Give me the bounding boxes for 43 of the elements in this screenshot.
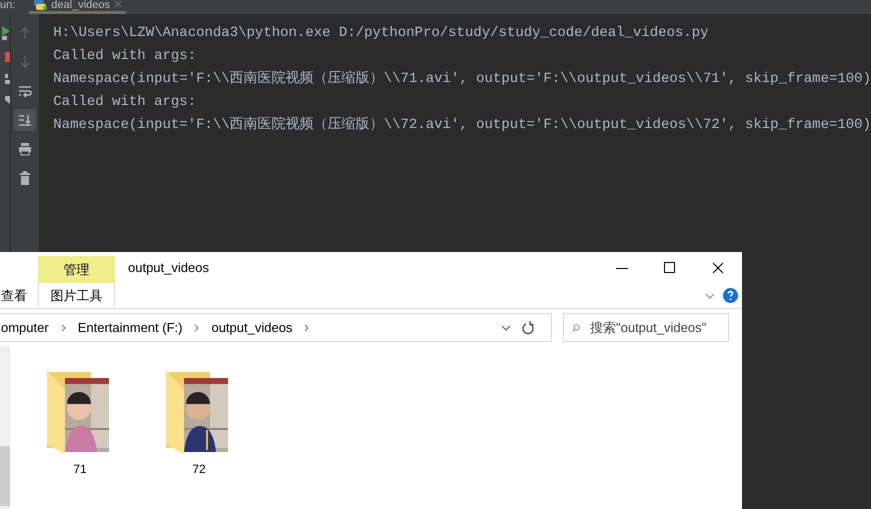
console-line: Called with args: bbox=[53, 93, 198, 112]
scroll-to-end-icon bbox=[18, 113, 32, 127]
folder-name: 71 bbox=[73, 461, 87, 478]
printer-icon bbox=[18, 142, 32, 156]
window-title: output_videos bbox=[128, 258, 209, 277]
folder-name: 72 bbox=[192, 461, 206, 478]
chevron-right-icon[interactable] bbox=[194, 324, 200, 332]
chevron-right-icon[interactable] bbox=[60, 324, 66, 332]
maximize-icon[interactable] bbox=[664, 262, 676, 274]
folder-item[interactable]: 72 bbox=[166, 370, 232, 509]
trash-icon bbox=[18, 171, 32, 185]
python-icon bbox=[33, 0, 48, 10]
stop-icon[interactable] bbox=[5, 52, 10, 62]
context-tab-header: 管理 bbox=[64, 260, 90, 279]
ribbon-tab[interactable]: 图片工具 bbox=[38, 283, 115, 308]
refresh-icon[interactable] bbox=[522, 320, 534, 334]
scrollbar-thumb[interactable] bbox=[0, 446, 10, 506]
help-icon[interactable] bbox=[723, 288, 738, 303]
chevron-down-icon[interactable] bbox=[705, 292, 715, 298]
console-tool-button[interactable] bbox=[14, 109, 36, 131]
address-bar[interactable]: omputer Entertainment (F:) output_videos bbox=[0, 313, 552, 342]
tab-title: deal_videos bbox=[51, 0, 110, 11]
down-arrow-icon bbox=[18, 55, 32, 69]
console-line: H:\Users\LZW\Anaconda3\python.exe D:/pythonPro/study/study_code/deal_videos.py bbox=[53, 24, 710, 43]
folder-item[interactable]: 71 bbox=[47, 370, 113, 509]
rerun-icon[interactable] bbox=[2, 26, 10, 40]
console-line: Namespace(input='F:\\西南医院视频（压缩版）\\72.avi', output='F:\\output_videos\\72', skip_frame=100) bbox=[53, 115, 871, 135]
close-icon[interactable] bbox=[712, 262, 724, 274]
chevron-right-icon[interactable] bbox=[304, 324, 310, 332]
search-field[interactable]: 搜索"output_videos" bbox=[563, 313, 729, 342]
breadcrumb[interactable]: omputer bbox=[1, 318, 49, 338]
chevron-down-icon[interactable] bbox=[501, 324, 511, 330]
console-line: Namespace(input='F:\\西南医院视频（压缩版）\\71.avi', output='F:\\output_videos\\71', skip_frame=100) bbox=[53, 69, 871, 89]
console-line: Called with args: bbox=[53, 47, 198, 66]
up-arrow-icon bbox=[18, 26, 32, 40]
breadcrumb[interactable]: output_videos bbox=[211, 318, 292, 338]
run-label: un: bbox=[0, 0, 16, 11]
search-icon bbox=[572, 322, 580, 334]
ribbon-tab[interactable]: 查看 bbox=[0, 283, 28, 308]
breadcrumb[interactable]: Entertainment (F:) bbox=[78, 318, 182, 338]
wrap-icon bbox=[18, 84, 32, 98]
layout-icon[interactable] bbox=[5, 74, 10, 84]
run-tab[interactable]: deal_videos bbox=[29, 0, 126, 14]
